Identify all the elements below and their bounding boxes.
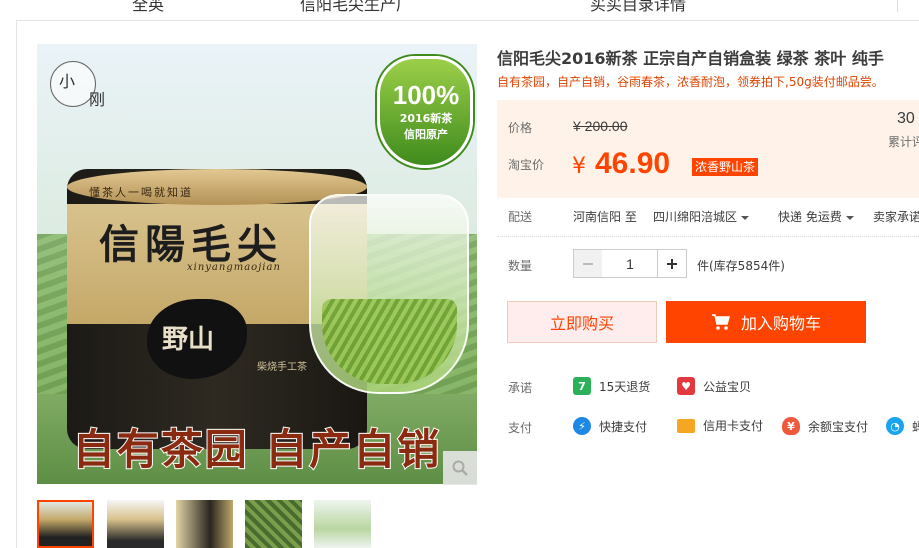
seven-day-return-icon: 7 — [573, 377, 591, 395]
main-product-image[interactable]: 懂茶人一喝就知道 信陽毛尖 xinyangmaojian 野山 柴烧手工茶 10… — [37, 44, 477, 484]
badge-percent: 100% — [392, 80, 460, 110]
chevron-down-icon — [845, 215, 854, 220]
chevron-down-icon — [741, 215, 750, 220]
money-bag-icon: ¥ — [782, 417, 800, 435]
minus-icon — [583, 262, 593, 265]
add-to-cart-button[interactable]: 加入购物车 — [666, 301, 866, 343]
cart-icon — [711, 314, 730, 330]
huabei-pay-label: 蚂 — [912, 419, 919, 434]
thumbnail-3[interactable] — [176, 500, 233, 548]
ship-to-select[interactable]: 四川绵阳涪城区 — [653, 208, 750, 225]
top-nav-item[interactable]: 信阳毛尖生产厂 — [300, 0, 412, 15]
charity-item[interactable]: ♥ 公益宝贝 — [677, 377, 751, 395]
price-panel — [497, 100, 919, 198]
product-title: 信阳毛尖2016新茶 正宗自产自销盒装 绿茶 茶叶 纯手 — [497, 49, 884, 68]
tin-slogan: 懂茶人一喝就知道 — [89, 186, 193, 199]
credit-card-pay[interactable]: 信用卡支付 — [677, 417, 763, 434]
credit-card-pay-label: 信用卡支付 — [703, 419, 764, 433]
price-label: 价格 — [508, 121, 533, 135]
brand-logo-char: 刚 — [89, 90, 106, 109]
top-nav-item[interactable]: 买买目录详情 — [590, 0, 686, 15]
zoom-button[interactable] — [443, 451, 477, 485]
quick-pay[interactable]: ⚡ 快捷支付 — [573, 417, 647, 435]
quantity-decrease-button[interactable] — [573, 249, 603, 278]
huabei-pay[interactable]: ◔ 蚂 — [886, 417, 919, 435]
ship-method: 快递 免运费 — [778, 210, 842, 224]
ink-stamp-text: 野山 — [162, 325, 215, 355]
original-price: ¥ 200.00 — [573, 118, 628, 134]
thumbnail-2[interactable] — [107, 500, 164, 548]
brand-logo-char: 小 — [59, 72, 76, 91]
review-count[interactable]: 30 — [897, 110, 915, 128]
tin-pinyin: xinyangmaojian — [187, 262, 281, 273]
lightning-icon: ⚡ — [573, 417, 591, 435]
taobao-price-label: 淘宝价 — [508, 158, 545, 172]
divider — [497, 236, 919, 237]
tin-subtitle: 柴烧手工茶 — [257, 362, 307, 373]
thumbnail-1[interactable] — [37, 500, 94, 548]
stock-info: 件(库存5854件) — [697, 259, 785, 273]
quantity-input[interactable] — [602, 249, 658, 278]
yuebao-pay[interactable]: ¥ 余额宝支付 — [782, 417, 868, 435]
charity-label: 公益宝贝 — [703, 379, 752, 394]
yuebao-pay-label: 余额宝支付 — [808, 419, 869, 434]
search-icon — [452, 460, 468, 476]
ship-to: 四川绵阳涪城区 — [653, 210, 738, 224]
top-nav-item[interactable]: 全英 — [132, 0, 164, 15]
thumbnail-5[interactable] — [314, 500, 371, 548]
seller-promise: 卖家承诺 — [873, 210, 919, 224]
top-nav: 全英 信阳毛尖生产厂 买买目录详情 — [0, 0, 919, 16]
return-policy-label: 15天退货 — [599, 379, 651, 394]
review-label: 累计评 — [888, 135, 919, 149]
shipping-label: 配送 — [508, 210, 533, 224]
promo-tag[interactable]: 浓香野山茶 — [692, 158, 759, 176]
sale-price: 46.90 — [595, 147, 671, 180]
product-subtitle: 自有茶园，自产自销，谷雨春茶，浓香耐泡，领券拍下,50g装付邮品尝。 — [497, 75, 884, 89]
divider — [897, 0, 898, 12]
plus-icon — [667, 258, 677, 269]
credit-card-icon — [677, 418, 695, 433]
quantity-label: 数量 — [508, 259, 533, 273]
quick-pay-label: 快捷支付 — [599, 419, 648, 434]
payment-label: 支付 — [508, 421, 533, 435]
image-banner-text: 自有茶园 自产自销 — [72, 424, 442, 475]
heart-icon: ♥ — [677, 377, 695, 395]
thumbnail-4[interactable] — [245, 500, 302, 548]
currency-symbol: ¥ — [572, 154, 586, 179]
quantity-increase-button[interactable] — [657, 249, 687, 278]
ship-method-select[interactable]: 快递 免运费 — [778, 208, 854, 225]
return-policy[interactable]: 7 15天退货 — [573, 377, 650, 395]
badge-line1: 2016新茶 — [399, 112, 453, 125]
buy-now-button[interactable]: 立即购买 — [507, 301, 657, 343]
add-to-cart-label: 加入购物车 — [740, 314, 821, 333]
ship-from: 河南信阳 至 — [573, 210, 637, 224]
badge-line2: 信阳原产 — [404, 128, 448, 141]
huabei-icon: ◔ — [886, 417, 904, 435]
guarantee-label: 承诺 — [508, 381, 533, 395]
